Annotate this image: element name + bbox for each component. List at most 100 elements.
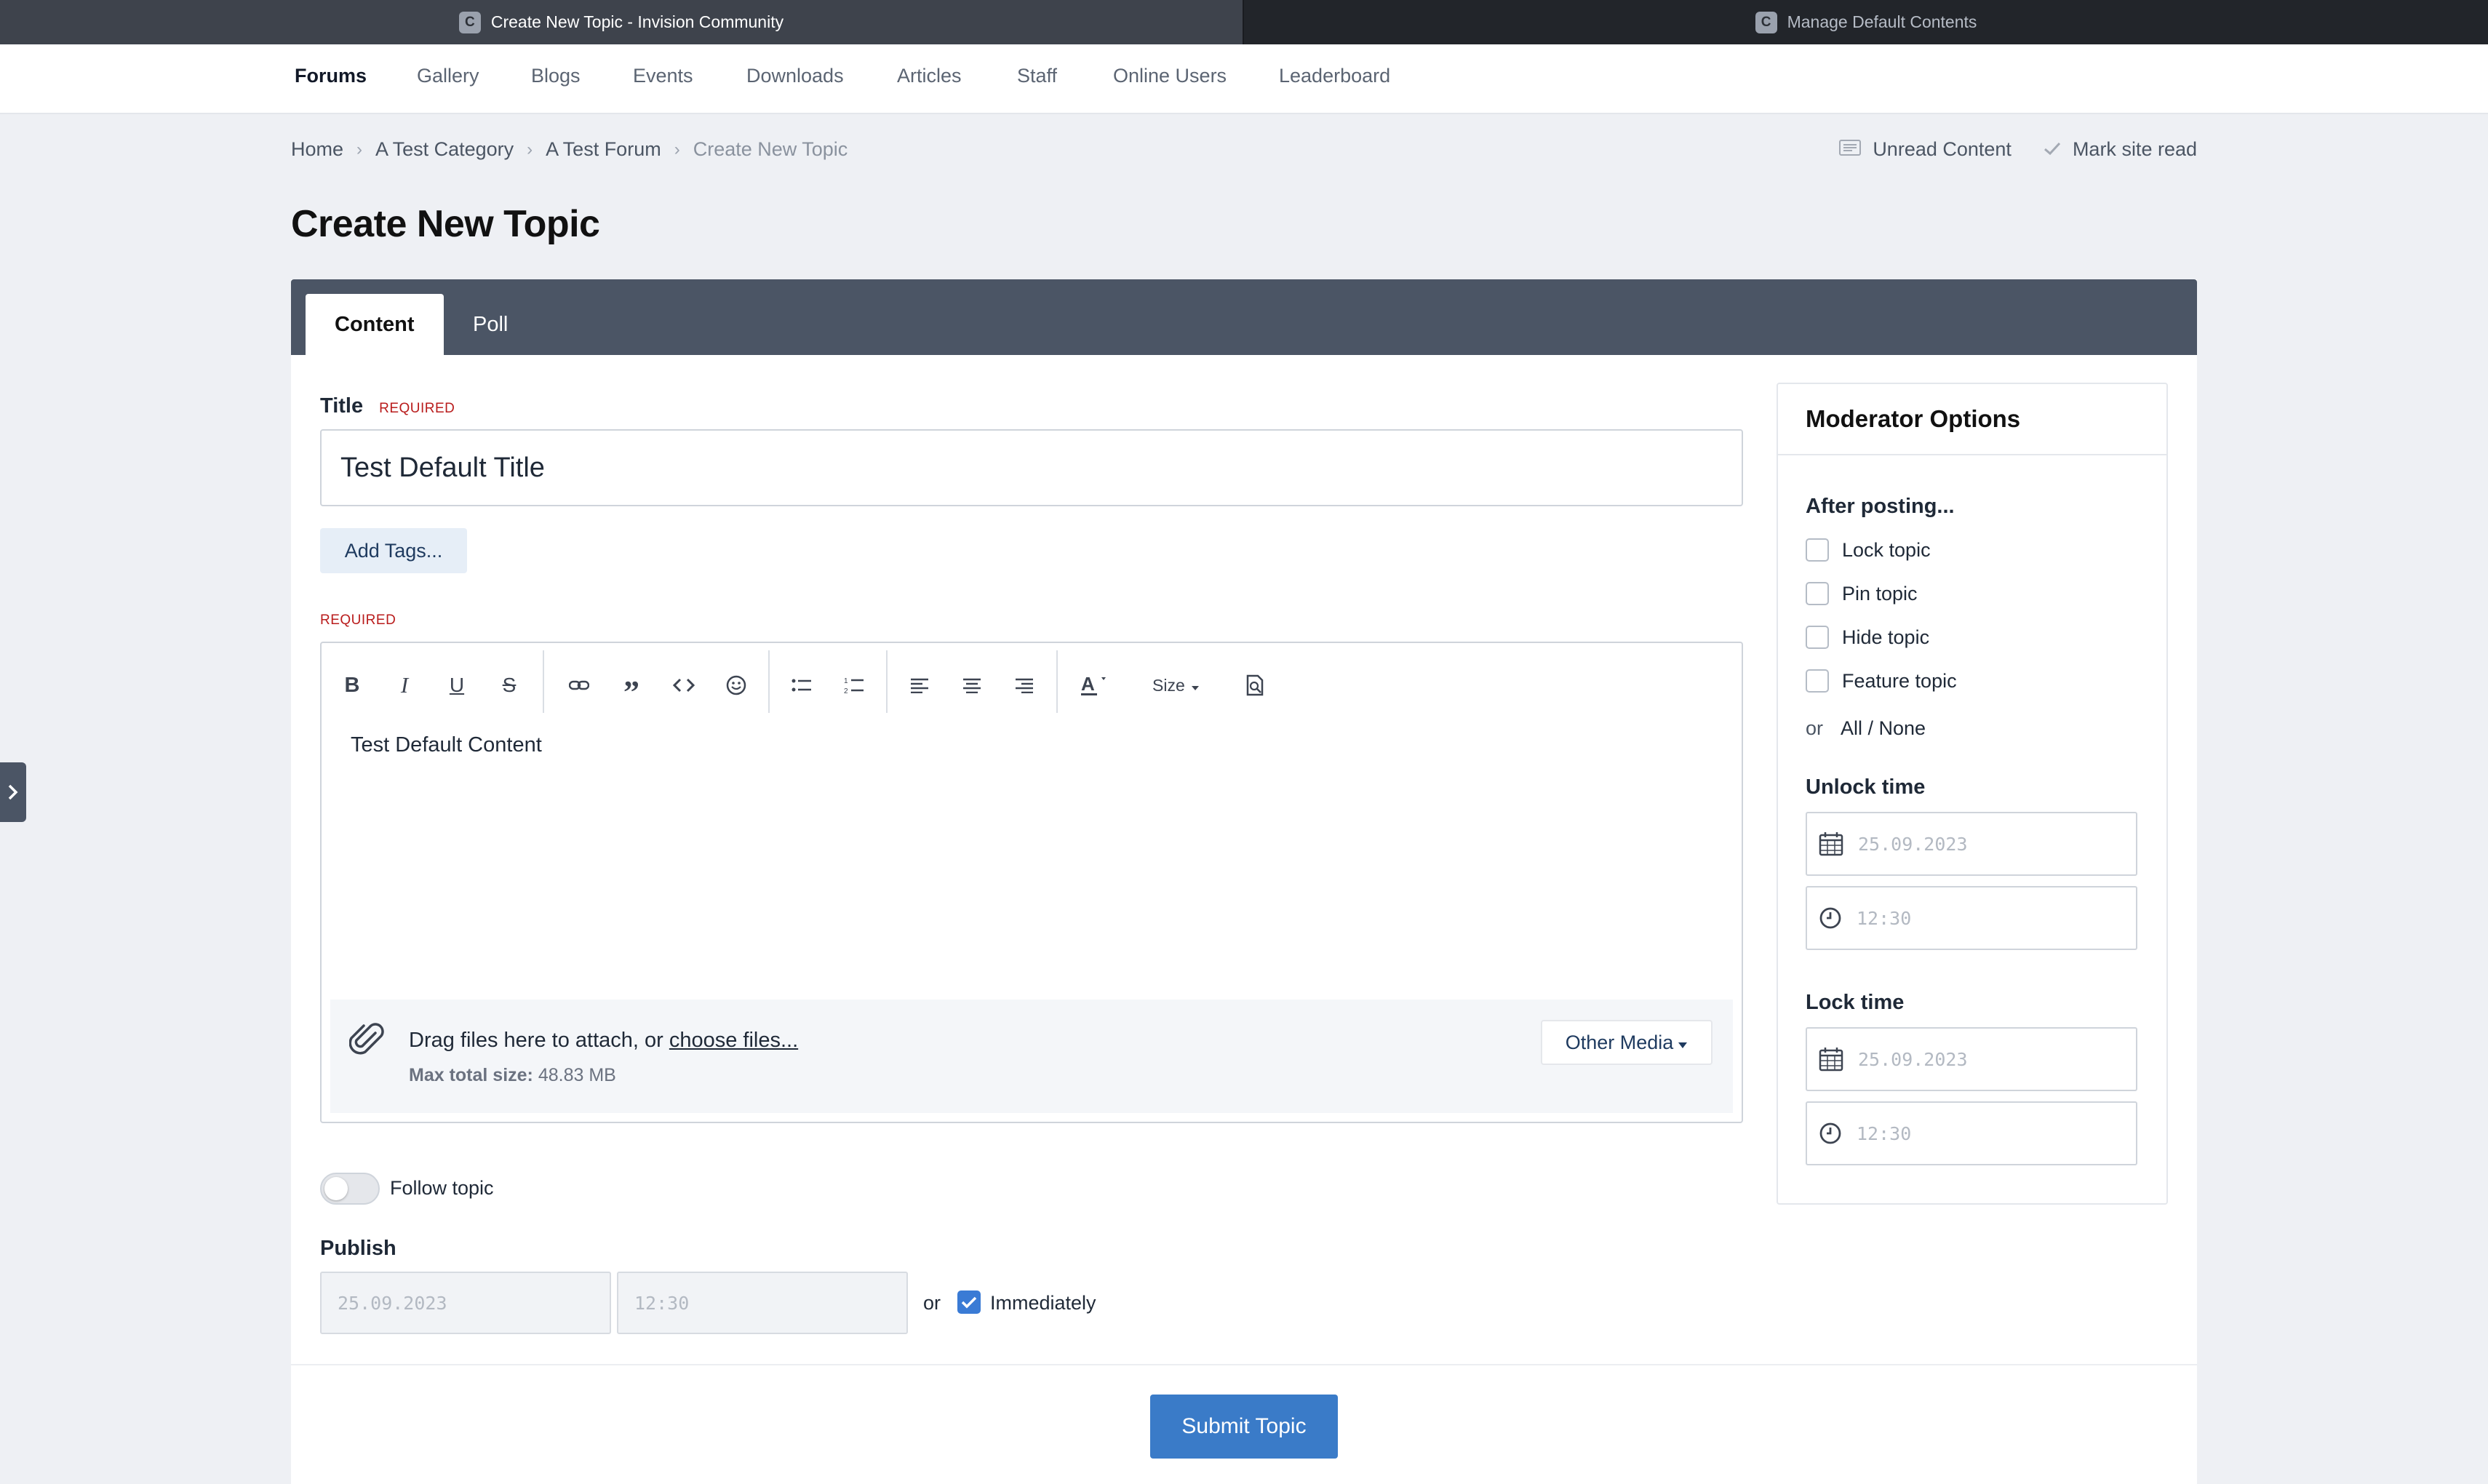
hide-topic-label: Hide topic bbox=[1842, 626, 1930, 648]
unread-content-label: Unread Content bbox=[1873, 138, 2011, 160]
attach-instructions: Drag files here to attach, or choose fil… bbox=[409, 1029, 798, 1053]
nav-forums[interactable]: Forums bbox=[295, 65, 367, 87]
toolbar-divider bbox=[886, 650, 888, 713]
lock-topic-option[interactable]: Lock topic bbox=[1806, 538, 1931, 562]
publish-time-input[interactable]: 12:30 bbox=[617, 1272, 908, 1334]
editor-content[interactable]: Test Default Content bbox=[351, 733, 542, 757]
title-label-text: Title bbox=[320, 394, 364, 418]
italic-icon[interactable]: I bbox=[384, 665, 425, 706]
nav-articles[interactable]: Articles bbox=[897, 65, 962, 87]
emoji-icon[interactable] bbox=[716, 665, 757, 706]
unlock-date-input[interactable]: 25.09.2023 bbox=[1806, 812, 2137, 876]
align-center-icon[interactable] bbox=[952, 665, 992, 706]
toolbar-divider bbox=[1056, 650, 1058, 713]
align-left-icon[interactable] bbox=[899, 665, 940, 706]
submit-topic-button[interactable]: Submit Topic bbox=[1150, 1395, 1338, 1459]
top-actions: Unread Content Mark site read bbox=[1839, 138, 2197, 161]
unlock-time-input[interactable]: 12:30 bbox=[1806, 886, 2137, 950]
breadcrumb-category[interactable]: A Test Category bbox=[375, 138, 514, 161]
all-none-link[interactable]: All / None bbox=[1841, 717, 1926, 739]
checkmark-icon bbox=[2044, 138, 2061, 161]
sidebar-toggle[interactable] bbox=[0, 762, 26, 822]
code-icon[interactable] bbox=[663, 665, 704, 706]
feature-topic-option[interactable]: Feature topic bbox=[1806, 669, 1957, 693]
hide-topic-checkbox[interactable] bbox=[1806, 626, 1829, 649]
nav-downloads[interactable]: Downloads bbox=[746, 65, 844, 87]
nav-leaderboard[interactable]: Leaderboard bbox=[1279, 65, 1390, 87]
unread-content-link[interactable]: Unread Content bbox=[1839, 138, 2011, 161]
nav-blogs[interactable]: Blogs bbox=[531, 65, 581, 87]
browser-tab-manage-defaults[interactable]: C Manage Default Contents bbox=[1244, 0, 2488, 44]
chevron-right-icon: › bbox=[356, 139, 363, 159]
nav-gallery[interactable]: Gallery bbox=[417, 65, 479, 87]
preview-icon[interactable] bbox=[1235, 665, 1276, 706]
publish-date-input[interactable]: 25.09.2023 bbox=[320, 1272, 611, 1334]
align-right-icon[interactable] bbox=[1004, 665, 1045, 706]
clock-icon bbox=[1819, 906, 1842, 930]
hide-topic-option[interactable]: Hide topic bbox=[1806, 626, 1929, 649]
moderator-options-title: Moderator Options bbox=[1778, 384, 2166, 455]
browser-tab-create-topic[interactable]: C Create New Topic - Invision Community bbox=[0, 0, 1244, 44]
rich-text-editor: B I U S ” 12 A Size Test Default Content bbox=[320, 642, 1743, 1123]
checkmark-icon bbox=[961, 1296, 977, 1309]
breadcrumb-home[interactable]: Home bbox=[291, 138, 343, 161]
title-label: Title REQUIRED bbox=[320, 394, 455, 418]
numbered-list-icon[interactable]: 12 bbox=[834, 665, 874, 706]
pin-topic-label: Pin topic bbox=[1842, 582, 1918, 605]
underline-icon[interactable]: U bbox=[436, 665, 477, 706]
other-media-label: Other Media bbox=[1565, 1031, 1674, 1053]
strikethrough-icon[interactable]: S bbox=[489, 665, 530, 706]
select-all-none: or All / None bbox=[1806, 717, 1926, 740]
nav-staff[interactable]: Staff bbox=[1017, 65, 1057, 87]
lock-time-input[interactable]: 12:30 bbox=[1806, 1101, 2137, 1165]
newspaper-icon bbox=[1839, 138, 1862, 161]
mark-site-read-link[interactable]: Mark site read bbox=[2044, 138, 2197, 161]
toolbar-divider bbox=[543, 650, 544, 713]
breadcrumb-current: Create New Topic bbox=[693, 138, 848, 160]
pin-topic-option[interactable]: Pin topic bbox=[1806, 582, 1918, 605]
follow-topic-label: Follow topic bbox=[390, 1177, 494, 1199]
max-size-value: 48.83 MB bbox=[538, 1065, 616, 1085]
calendar-icon bbox=[1819, 1047, 1843, 1072]
bullet-list-icon[interactable] bbox=[781, 665, 822, 706]
lock-time-label: Lock time bbox=[1806, 991, 1905, 1014]
breadcrumb-forum[interactable]: A Test Forum bbox=[546, 138, 661, 161]
link-icon[interactable] bbox=[559, 665, 599, 706]
site-navigation: Forums Gallery Blogs Events Downloads Ar… bbox=[0, 44, 2488, 114]
site-favicon-icon: C bbox=[1755, 11, 1777, 33]
mark-site-read-label: Mark site read bbox=[2072, 138, 2197, 160]
quote-icon[interactable]: ” bbox=[611, 665, 652, 710]
pin-topic-checkbox[interactable] bbox=[1806, 582, 1829, 605]
text-color-icon[interactable]: A bbox=[1074, 665, 1115, 706]
moderator-options-box: Moderator Options After posting... Lock … bbox=[1777, 383, 2168, 1205]
after-posting-label: After posting... bbox=[1806, 495, 1955, 518]
nav-events[interactable]: Events bbox=[633, 65, 693, 87]
required-badge: REQUIRED bbox=[379, 401, 455, 416]
follow-topic-toggle[interactable] bbox=[320, 1173, 380, 1205]
title-input[interactable]: Test Default Title bbox=[320, 429, 1743, 506]
nav-online-users[interactable]: Online Users bbox=[1113, 65, 1227, 87]
page-title: Create New Topic bbox=[291, 203, 600, 245]
form-tab-bar: Content Poll bbox=[291, 279, 2197, 355]
chevron-right-icon: › bbox=[527, 139, 533, 159]
caret-down-icon bbox=[1678, 1032, 1688, 1054]
tab-poll[interactable]: Poll bbox=[444, 294, 537, 355]
lock-topic-label: Lock topic bbox=[1842, 538, 1931, 561]
lock-topic-checkbox[interactable] bbox=[1806, 538, 1829, 562]
max-size-label: Max total size: bbox=[409, 1065, 533, 1085]
feature-topic-label: Feature topic bbox=[1842, 669, 1957, 692]
chevron-right-icon: › bbox=[674, 139, 680, 159]
tab-content[interactable]: Content bbox=[306, 294, 444, 355]
choose-files-link[interactable]: choose files... bbox=[669, 1029, 798, 1052]
browser-tab-title: Create New Topic - Invision Community bbox=[490, 12, 784, 31]
bold-icon[interactable]: B bbox=[332, 665, 372, 706]
attachment-area[interactable]: Drag files here to attach, or choose fil… bbox=[330, 1000, 1733, 1113]
font-size-dropdown[interactable]: Size bbox=[1152, 665, 1200, 706]
content-required-badge: REQUIRED bbox=[320, 613, 396, 628]
lock-date-input[interactable]: 25.09.2023 bbox=[1806, 1027, 2137, 1091]
immediately-checkbox[interactable] bbox=[957, 1290, 981, 1314]
toggle-knob bbox=[324, 1177, 348, 1200]
add-tags-button[interactable]: Add Tags... bbox=[320, 528, 467, 573]
other-media-button[interactable]: Other Media bbox=[1541, 1020, 1713, 1065]
feature-topic-checkbox[interactable] bbox=[1806, 669, 1829, 693]
